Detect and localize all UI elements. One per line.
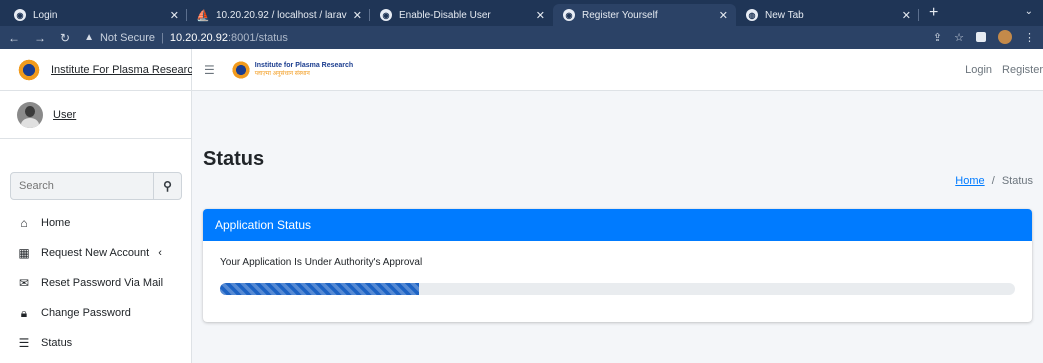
new-tab-icon: ◍ <box>746 9 758 21</box>
security-label: Not Secure <box>99 31 155 44</box>
list-icon: ☰ <box>18 336 30 350</box>
sidebar-item-label: Status <box>41 337 73 349</box>
new-tab-plus-icon[interactable]: + <box>929 4 938 22</box>
browser-tab-login[interactable]: ◉ Login ✕ <box>4 4 187 26</box>
globe-icon: ◉ <box>14 9 26 21</box>
avatar <box>17 101 43 128</box>
profile-avatar-icon[interactable] <box>998 30 1012 44</box>
tab-search-chevron-icon[interactable]: ⌄ <box>1025 6 1033 17</box>
bookmark-star-icon[interactable]: ☆ <box>954 31 964 44</box>
top-navbar: ☰ Institute for Plasma Research प्लाज़्म… <box>192 49 1043 91</box>
lock-icon: 🔒︎ <box>20 305 28 320</box>
url-host: 10.20.20.92 <box>169 31 228 44</box>
ipr-logo-icon[interactable] <box>230 59 251 80</box>
menu-dots-icon[interactable]: ⋮ <box>1024 31 1035 44</box>
close-icon[interactable]: ✕ <box>536 9 545 22</box>
browser-tab-enable-disable-user[interactable]: ◉ Enable-Disable User ✕ <box>370 4 553 26</box>
url-path: :8001/status <box>227 31 288 44</box>
brand-link[interactable]: Institute For Plasma Research <box>51 64 199 76</box>
toolbar-actions: ⇪ ☆ ⋮ <box>933 30 1035 44</box>
page-title: Status <box>203 148 265 170</box>
sidebar-item-home[interactable]: ⌂ Home <box>0 208 192 238</box>
tab-title: 10.20.20.92 / localhost / larave <box>216 9 347 21</box>
browser-tab-strip: ◉ Login ✕ ⛵ 10.20.20.92 / localhost / la… <box>0 0 1043 26</box>
close-icon[interactable]: ✕ <box>719 9 728 22</box>
logo-text-english: Institute for Plasma Research <box>254 61 354 69</box>
address-divider: | <box>161 31 164 44</box>
globe-icon: ◉ <box>563 9 575 21</box>
sidebar-item-change-password[interactable]: 🔒︎ Change Password <box>0 298 192 328</box>
close-icon[interactable]: ✕ <box>170 9 179 22</box>
sidebar-item-request-new-account[interactable]: ▦ Request New Account ‹ <box>0 238 192 268</box>
application-status-card: Application Status Your Application Is U… <box>203 209 1032 322</box>
envelope-icon: ✉ <box>18 276 30 290</box>
sidebar-item-label: Request New Account <box>41 247 150 259</box>
search-input[interactable] <box>11 173 153 199</box>
status-message: Your Application Is Under Authority's Ap… <box>220 257 423 268</box>
close-icon[interactable]: ✕ <box>902 9 911 22</box>
sidebar-item-reset-password[interactable]: ✉ Reset Password Via Mail <box>0 268 192 298</box>
share-icon[interactable]: ⇪ <box>933 31 942 44</box>
register-link[interactable]: Register <box>1002 64 1043 76</box>
sidebar-item-label: Reset Password Via Mail <box>41 277 164 289</box>
address-bar[interactable]: ▲ Not Secure | 10.20.20.92 :8001/status <box>84 32 288 44</box>
browser-tab-new-tab[interactable]: ◍ New Tab ✕ <box>736 4 919 26</box>
grid-icon: ▦ <box>18 246 30 260</box>
sidebar-item-status[interactable]: ☰ Status <box>0 328 192 358</box>
home-icon: ⌂ <box>20 216 28 230</box>
tab-title: Login <box>33 9 58 21</box>
forward-arrow-icon[interactable]: → <box>34 31 46 45</box>
breadcrumb-current: Status <box>1001 175 1033 187</box>
chevron-left-icon: ‹ <box>158 247 162 259</box>
breadcrumb: Home / Status <box>955 175 1033 187</box>
navbar-links: Login Register <box>965 64 1043 76</box>
phpmyadmin-icon: ⛵ <box>196 9 210 22</box>
card-header: Application Status <box>203 209 1032 241</box>
search-icon: ⚲ <box>163 179 172 193</box>
sidebar-nav: ⌂ Home ▦ Request New Account ‹ ✉ Reset P… <box>0 208 192 358</box>
sidebar-search: ⚲ <box>10 172 182 200</box>
tab-title: Register Yourself <box>582 9 658 21</box>
search-button[interactable]: ⚲ <box>153 173 181 199</box>
back-arrow-icon[interactable]: ← <box>8 31 20 45</box>
warning-triangle-icon[interactable]: ▲ <box>84 32 94 43</box>
logo-text-hindi: प्लाज़्मा अनुसंधान संस्थान <box>254 70 310 77</box>
sidebar-item-label: Home <box>41 217 71 229</box>
sidebar: Institute For Plasma Research User ⚲ ⌂ H… <box>0 49 199 363</box>
progress-bar <box>220 283 419 295</box>
browser-toolbar: ← → ↻ ▲ Not Secure | 10.20.20.92 :8001/s… <box>0 26 1043 49</box>
tab-title: New Tab <box>765 9 804 21</box>
reload-icon[interactable]: ↻ <box>60 31 70 45</box>
globe-icon: ◉ <box>380 9 392 21</box>
card-body: Your Application Is Under Authority's Ap… <box>203 241 1032 295</box>
hamburger-menu-icon[interactable]: ☰ <box>204 63 215 77</box>
close-icon[interactable]: ✕ <box>353 9 362 22</box>
sidebar-item-label: Change Password <box>41 307 131 319</box>
user-panel: User <box>0 91 191 139</box>
ipr-logo-icon <box>17 57 41 82</box>
breadcrumb-home-link[interactable]: Home <box>955 175 984 187</box>
side-panel-icon[interactable] <box>976 32 986 42</box>
browser-tab-phpmyadmin[interactable]: ⛵ 10.20.20.92 / localhost / larave ✕ <box>187 4 370 26</box>
breadcrumb-separator: / <box>991 175 995 187</box>
sidebar-brand[interactable]: Institute For Plasma Research <box>0 49 199 91</box>
progress-track <box>220 283 1015 295</box>
tab-separator <box>918 9 919 21</box>
user-link[interactable]: User <box>53 109 76 121</box>
navbar-logo-text[interactable]: Institute for Plasma Research प्लाज़्मा … <box>255 62 353 78</box>
login-link[interactable]: Login <box>965 64 992 76</box>
browser-tab-register-yourself[interactable]: ◉ Register Yourself ✕ <box>553 4 736 26</box>
tab-title: Enable-Disable User <box>399 9 491 21</box>
